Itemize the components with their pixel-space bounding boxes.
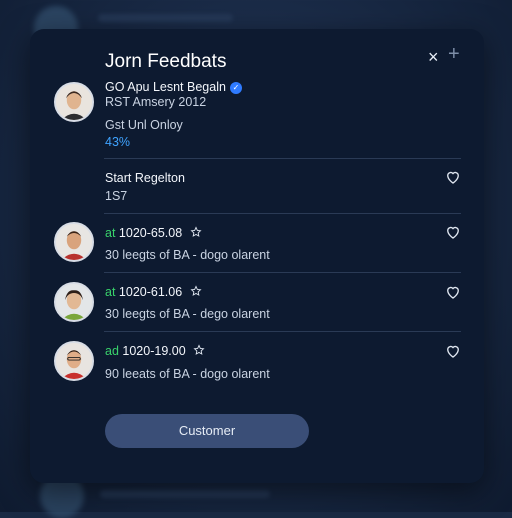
review-header: at 1020-65.08 [105, 226, 202, 240]
background-line [100, 490, 270, 498]
close-button[interactable]: × [428, 47, 439, 68]
star-icon[interactable] [193, 344, 205, 356]
divider [104, 158, 461, 159]
avatar [54, 282, 94, 322]
review-text: 30 leegts of BA - dogo olarent [105, 248, 270, 262]
review-time: 1020-61.06 [118, 285, 183, 299]
avatar [54, 82, 94, 122]
review-text: 90 leeats of BA - dogo olarent [105, 367, 270, 381]
section-title: Start Regelton [105, 171, 185, 185]
person-icon [56, 284, 92, 320]
profile-date: RST Amsery 2012 [105, 95, 207, 109]
profile-name-row: GO Apu Lesnt Begaln ✓ [105, 80, 242, 94]
review-tag: at [105, 226, 116, 240]
heart-icon[interactable] [444, 168, 462, 186]
review-time: 1020-65.08 [118, 226, 183, 240]
person-icon [56, 224, 92, 260]
background-line [98, 14, 233, 22]
add-button[interactable]: + [448, 43, 460, 66]
dialog-title: Jorn Feedbats [105, 51, 227, 72]
person-icon [56, 343, 92, 379]
divider [104, 331, 461, 332]
profile-percent: 43% [105, 135, 131, 149]
verified-icon: ✓ [229, 82, 242, 94]
feedback-dialog: Jorn Feedbats × + GO Apu Lesnt Begaln ✓ R… [30, 29, 484, 483]
heart-icon[interactable] [444, 223, 462, 241]
profile-name: GO Apu Lesnt Begaln [105, 80, 226, 94]
divider [104, 272, 461, 273]
person-icon [56, 84, 92, 120]
avatar [54, 222, 94, 262]
review-tag: at [105, 285, 116, 299]
divider [104, 213, 461, 214]
review-time: 1020-19.00 [122, 344, 186, 358]
star-icon[interactable] [190, 285, 202, 297]
review-text: 30 leegts of BA - dego olarent [105, 307, 270, 321]
avatar [54, 341, 94, 381]
section-count: 1S7 [105, 189, 128, 203]
heart-icon[interactable] [444, 283, 462, 301]
review-header: at 1020-61.06 [105, 285, 202, 299]
profile-status: Gst Unl Onloy [105, 118, 183, 132]
customer-button[interactable]: Customer [105, 414, 309, 448]
review-tag: ad [105, 344, 119, 358]
star-icon[interactable] [190, 226, 202, 238]
review-header: ad 1020-19.00 [105, 344, 205, 358]
heart-icon[interactable] [444, 342, 462, 360]
